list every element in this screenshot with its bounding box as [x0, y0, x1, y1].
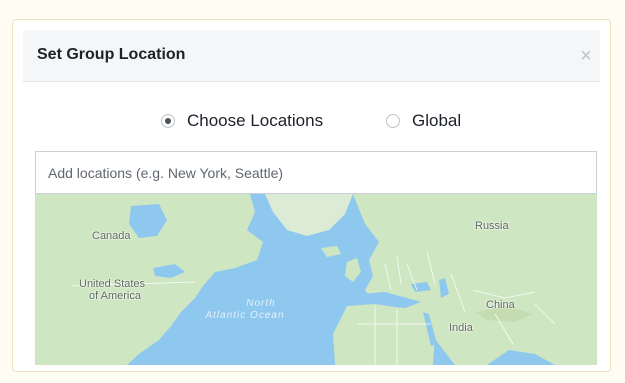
choose-locations-radio[interactable]: Choose Locations [161, 111, 323, 131]
map-label-china: China [486, 299, 515, 311]
map-label-usa-line2: of America [89, 290, 141, 302]
set-group-location-dialog: Set Group Location × Choose Locations Gl… [12, 19, 611, 372]
map-label-russia: Russia [475, 220, 509, 232]
global-label: Global [412, 111, 462, 130]
choose-locations-label: Choose Locations [187, 111, 324, 130]
dialog-title: Set Group Location [37, 46, 186, 63]
map-label-canada: Canada [92, 230, 131, 242]
radio-checked-icon[interactable] [161, 114, 175, 128]
world-map[interactable]: Canada United States of America North At… [35, 194, 597, 365]
dialog-header: Set Group Location × [23, 30, 600, 82]
global-radio[interactable]: Global [386, 111, 461, 131]
radio-unchecked-icon[interactable] [386, 114, 400, 128]
close-icon[interactable]: × [572, 42, 600, 70]
location-type-radio-group: Choose Locations Global [13, 111, 610, 131]
location-search-input[interactable] [35, 151, 597, 194]
map-label-india: India [449, 322, 473, 334]
map-label-ocean-line2: Atlantic Ocean [205, 310, 285, 321]
map-label-ocean-line1: North [246, 298, 276, 309]
map-label-usa-line1: United States [79, 278, 146, 290]
